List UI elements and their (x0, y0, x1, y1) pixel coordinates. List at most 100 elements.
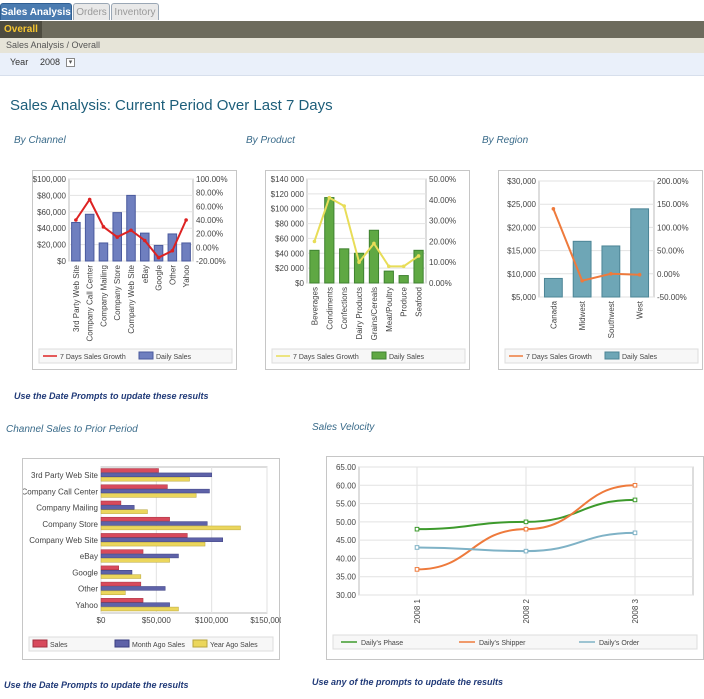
breadcrumb: Sales Analysis / Overall (0, 38, 704, 53)
legend-swatch-bar (371, 351, 387, 360)
year-select-value[interactable]: 2008 (40, 57, 60, 67)
y-tick-label: $0 (57, 257, 66, 266)
y-tick-label: $25,000 (507, 200, 536, 209)
line-point-yahoo (184, 218, 188, 222)
tab-orders[interactable]: Orders (73, 3, 110, 20)
x-tick-label: Company Call Center (86, 265, 95, 342)
tab-inventory[interactable]: Inventory (111, 3, 159, 20)
x-tick-label: $50,000 (142, 616, 171, 625)
x-tick-label: Meat/Poultry (385, 287, 394, 332)
y2-tick-label: 100.00% (657, 223, 689, 232)
bar-company-web-site (126, 194, 136, 262)
y-tick-label: $30,000 (507, 177, 536, 186)
note-date-prompts-top[interactable]: Use the Date Prompts to update these res… (14, 391, 209, 401)
chart-velocity-svg: 30.00 35.00 40.00 45.00 50.00 55.00 60.00 65.00… (332, 463, 698, 650)
x-tick-label: Other (168, 265, 177, 285)
section-title-by-product: By Product (246, 135, 295, 146)
x-tick-label: Confections (340, 287, 349, 329)
section-title-by-channel: By Channel (14, 135, 66, 146)
chart-velocity: 30.00 35.00 40.00 45.00 50.00 55.00 60.00 65.00… (326, 456, 704, 660)
y-tick-label: Yahoo (75, 601, 98, 610)
line-point-dairy-products (357, 260, 361, 264)
section-title-by-region: By Region (482, 135, 529, 146)
chart-by-region-svg: $5,000 $10,000 $15,000 $20,000 $25,000 $30,00… (504, 177, 699, 364)
y2-tick-label: 200.00% (657, 177, 689, 186)
dropdown-icon[interactable]: ▾ (66, 58, 75, 67)
x-tick-label: Grains/Cereals (370, 287, 379, 340)
y-tick-label: $0 (295, 279, 304, 288)
y2-tick-label: -50.00% (657, 293, 687, 302)
x-tick-label: West (636, 300, 645, 319)
tab-bar: Sales Analysis Orders Inventory (0, 0, 704, 21)
y-tick-label: Company Store (42, 520, 98, 529)
bar-confections (339, 248, 350, 284)
line-point-ebay (142, 238, 147, 243)
line-point-other (170, 248, 175, 253)
line-point-produce (401, 264, 406, 269)
legend-label-growth: 7 Days Sales Growth (526, 354, 592, 361)
chart-by-region: $5,000 $10,000 $15,000 $20,000 $25,000 $30,00… (498, 170, 703, 370)
hbar-year-ago-sales-company-call-center (100, 493, 197, 498)
legend-label-daily-sales: Daily Sales (622, 354, 658, 361)
legend-label-daily-sales: Daily Sales (156, 354, 192, 361)
x-tick-label: 2008 1 (413, 598, 422, 623)
line-point-southwest (609, 272, 613, 276)
subtab-bar: Overall (0, 21, 704, 38)
x-tick-label: Condiments (325, 287, 334, 330)
chart-by-channel: $0 $20,000 $40,000 $60,000 $80,000 $100,000 -2… (32, 170, 237, 370)
tab-sales-analysis[interactable]: Sales Analysis (0, 3, 72, 20)
line-point-midwest (580, 278, 584, 283)
line-point-confections (342, 204, 346, 208)
hbar-month-ago-sales-company-mailing (100, 505, 135, 510)
chart-prior-period: $0 $50,000 $100,000 $150,000 3rd Party Web S… (22, 458, 281, 660)
bar-west (630, 208, 650, 298)
x-tick-label: 3rd Party Web Site (72, 264, 81, 332)
y-tick-label: 55.00 (336, 500, 357, 509)
y-tick-label: $100,000 (33, 175, 67, 184)
y-tick-label: 40.00 (336, 554, 357, 563)
point-daily-s-order-3 (632, 530, 638, 536)
y2-tick-label: 50.00% (657, 247, 684, 256)
point-daily-s-order-2 (523, 548, 529, 554)
subtab-overall[interactable]: Overall (0, 21, 42, 38)
y-tick-label: eBay (80, 552, 98, 561)
hbar-year-ago-sales-company-mailing (100, 509, 148, 514)
x-tick-label: $100,000 (195, 616, 229, 625)
legend-label-daily-sales: Daily Sales (389, 354, 425, 361)
bar-grains-cereals (368, 229, 380, 284)
x-tick-label: Company Web Site (127, 264, 136, 333)
hbar-month-ago-sales-other (100, 586, 166, 591)
bar-produce (398, 275, 409, 284)
legend-label-daily-s-phase: Daily's Phase (361, 640, 403, 647)
x-tick-label: Google (155, 264, 164, 290)
point-daily-s-phase-1 (414, 526, 420, 532)
hbar-sales-google (100, 565, 119, 571)
y-tick-label: 35.00 (336, 573, 357, 582)
bar-3rd-party-web-site (71, 221, 81, 262)
x-tick-label: Midwest (578, 300, 587, 330)
y-tick-label: $120 000 (271, 190, 305, 199)
y-tick-label: $80,000 (37, 191, 66, 200)
hbar-month-ago-sales-ebay (100, 553, 179, 559)
year-label: Year (10, 57, 29, 67)
line-point-company-call-center (87, 197, 92, 202)
hbar-sales-3rd-party-web-site (100, 468, 159, 473)
note-date-prompts-bottom[interactable]: Use the Date Prompts to update the resul… (4, 680, 189, 690)
y2-tick-label: 80.00% (196, 189, 223, 198)
y2-tick-label: 20.00% (429, 237, 456, 246)
chart-by-product-svg: $0 $20 000 $40 000 $60 000 $80 000 $100 000 $1… (271, 175, 466, 364)
line-point-seafood (416, 254, 421, 258)
line-point-west (637, 272, 642, 277)
y-tick-label: 50.00 (336, 518, 357, 527)
bar-other (167, 233, 178, 262)
y-tick-label: Company Web Site (29, 536, 98, 545)
line-point-grains-cereals (372, 241, 376, 246)
line-point-google (156, 255, 161, 260)
hbar-month-ago-sales-yahoo (100, 602, 170, 607)
y-tick-label: 65.00 (336, 463, 357, 472)
hbar-month-ago-sales-company-store (100, 521, 208, 526)
hbar-year-ago-sales-google (100, 574, 142, 579)
point-daily-s-shipper-3 (632, 482, 638, 488)
note-any-prompts-bottom[interactable]: Use any of the prompts to update the res… (312, 677, 503, 687)
x-tick-label: $0 (97, 616, 106, 625)
